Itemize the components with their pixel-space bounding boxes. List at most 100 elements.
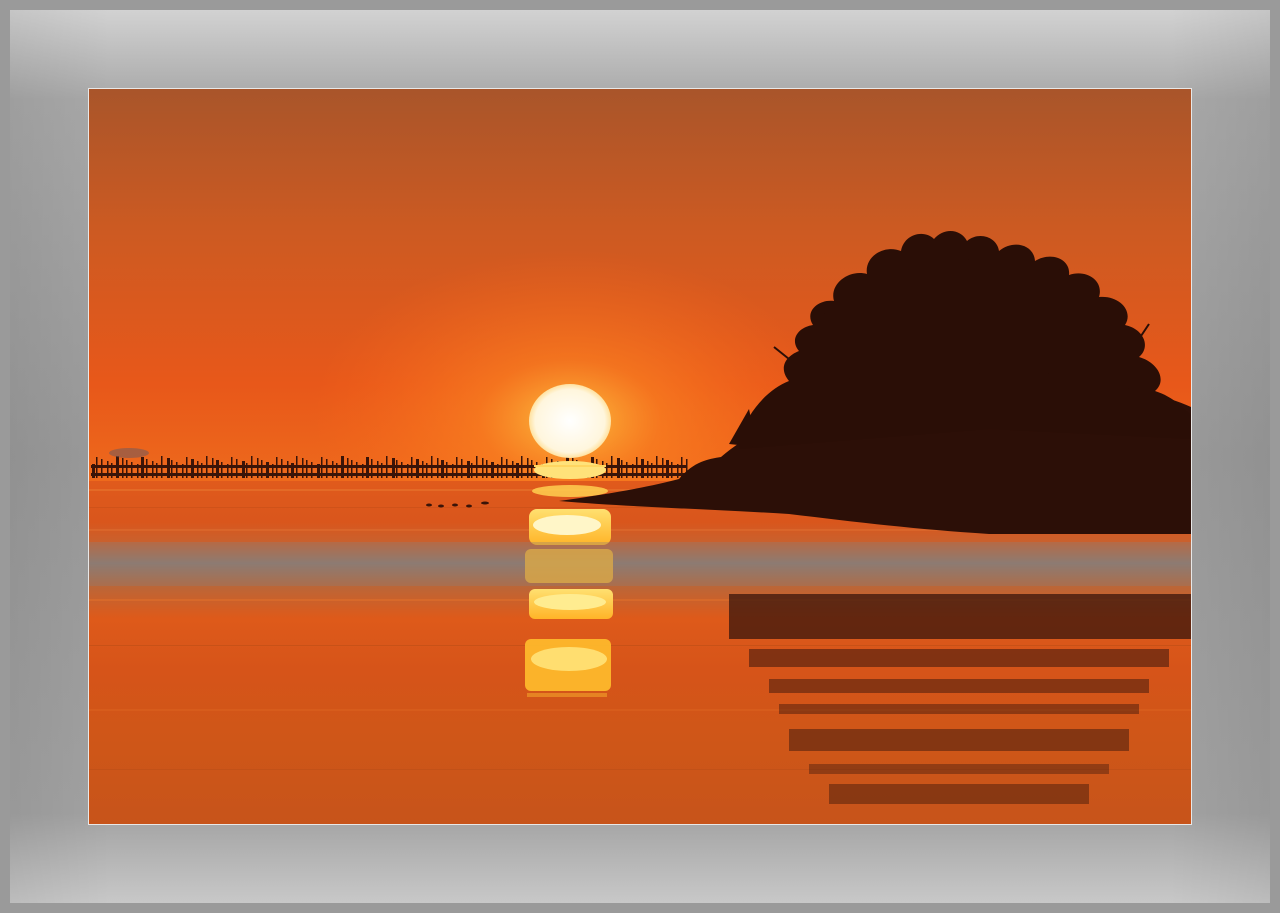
fence-post [107,461,109,478]
fence-post [257,458,259,478]
fence-post [161,456,163,478]
fence-post [647,461,649,478]
fence-post [206,456,208,478]
fence-post [396,460,398,478]
fence-post [422,461,424,478]
fence-post [182,464,184,478]
fence-post [611,456,613,478]
fence-post [351,460,353,478]
fence-post [491,462,494,478]
fence-post [426,463,428,478]
sunset-scene [89,89,1191,824]
fence-post [516,463,519,478]
fence-post [221,462,223,478]
fence-post [471,463,473,478]
fence-post [482,458,484,478]
fence-post [476,456,478,478]
fence-post [291,463,294,478]
fence-post [116,456,119,478]
fence-post [497,464,499,478]
fence-post [122,458,124,478]
fence-post [336,463,338,478]
fence-post [527,458,529,478]
fence-post [467,461,470,478]
fence-post [362,464,364,478]
fence-post [246,463,248,478]
fence-post [171,460,173,478]
fence-post [506,459,508,478]
fence-post [146,459,148,478]
sun-reflection [525,485,613,697]
fence-post [441,460,444,478]
fence-post [606,463,608,478]
fence-post [216,460,219,478]
fence-post [371,459,373,478]
fence-post [437,458,439,478]
fence-post [156,463,158,478]
fence-post [186,457,188,478]
fence-post [617,458,620,478]
fence-post [101,459,103,478]
fence-post [456,457,458,478]
fence-post [251,456,253,478]
fence-post [377,461,379,478]
fence-post [636,457,638,478]
fence-post [656,456,658,478]
fence-post [242,461,245,478]
fence-post [521,456,523,478]
fence-post [341,456,344,478]
fence-post [621,460,623,478]
fence-post [236,459,238,478]
fence-post [347,458,349,478]
fence-post [321,457,323,478]
fence-post [276,457,278,478]
fence-post [261,460,263,478]
fence-post [632,464,634,478]
fence-post [302,458,304,478]
fence-post [501,457,503,478]
fence-post [272,464,274,478]
fence-post [287,461,289,478]
fence-post [126,460,128,478]
fence-post [332,461,334,478]
fence-post [92,464,95,478]
fence-post [326,459,328,478]
fence-post [452,464,454,478]
fence-post [641,459,644,478]
fence-post [666,460,669,478]
fence-post [212,458,214,478]
sun [529,384,611,479]
fence-post [461,459,463,478]
fence-post [416,459,419,478]
distant-island [109,448,149,458]
fence-post [296,456,298,478]
fence-post [317,464,320,478]
fence-post [191,459,194,478]
fence-post [626,462,628,478]
fence-post [651,463,653,478]
fence-post [431,456,433,478]
fence-post [411,457,413,478]
fence-post [512,461,514,478]
fence-post [311,462,313,478]
fence-post [392,458,395,478]
fence-post [306,460,308,478]
fence-post [531,460,533,478]
fence-post [366,457,369,478]
fence-post [356,462,358,478]
fence-post [681,457,683,478]
sunset-photo [88,88,1192,825]
fence-post [111,463,113,478]
fence-post [662,458,664,478]
fence-post [381,463,383,478]
fence-post [486,460,488,478]
fence-post [677,464,679,478]
fence-post [407,464,409,478]
fence-post [197,461,199,478]
fence-post [227,464,229,478]
fence-post [386,456,388,478]
fence-post [231,457,233,478]
fence-post [96,457,98,478]
fence-post [281,459,283,478]
fence-post [141,457,144,478]
